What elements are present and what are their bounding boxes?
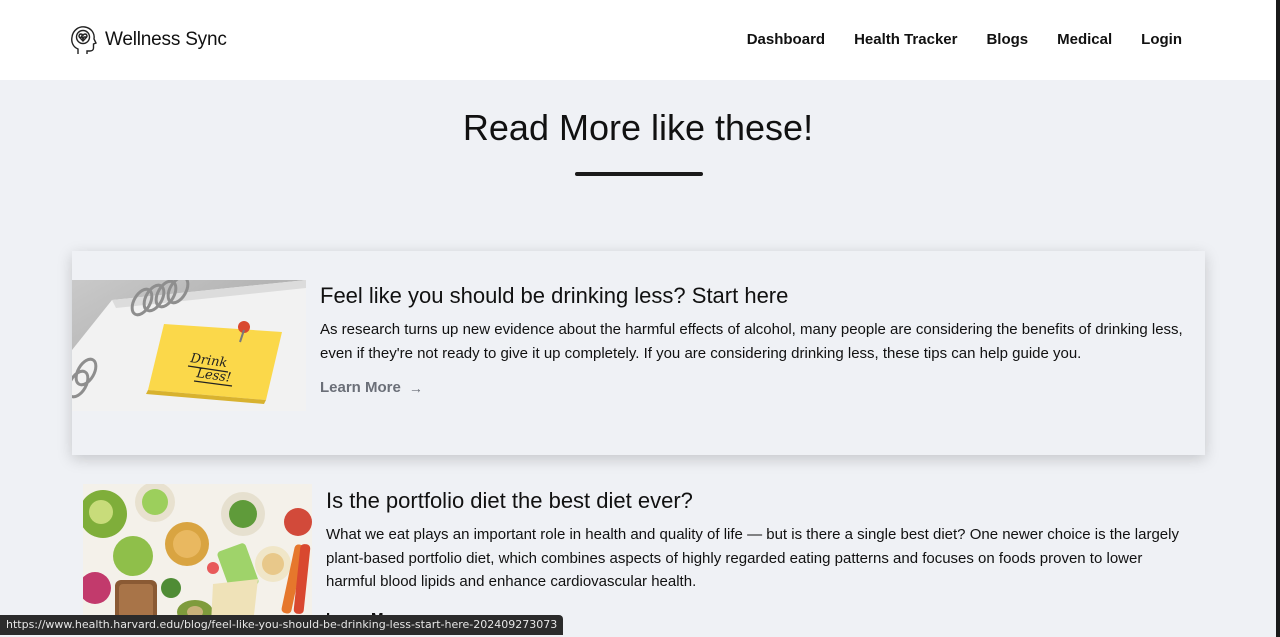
learn-more-label: Learn More (320, 379, 401, 396)
article-image-portfolio-diet[interactable] (83, 484, 312, 624)
nav-dashboard[interactable]: Dashboard (747, 31, 825, 48)
article-card: Drink Less! Feel like you should be drin… (72, 251, 1205, 455)
brand-link[interactable]: Wellness Sync (69, 24, 227, 56)
brand-name: Wellness Sync (105, 29, 227, 50)
nav-health-tracker[interactable]: Health Tracker (854, 31, 957, 48)
article-summary: As research turns up new evidence about … (320, 321, 1183, 362)
article-body: Is the portfolio diet the best diet ever… (326, 487, 1196, 628)
article-image-drink-less[interactable]: Drink Less! (72, 280, 306, 411)
nav-blogs[interactable]: Blogs (986, 31, 1028, 48)
window-scrollbar[interactable] (1276, 0, 1280, 637)
section-divider (575, 172, 703, 176)
learn-more-link[interactable]: Learn More → (320, 379, 423, 396)
section-title: Read More like these! (462, 107, 814, 148)
article-title[interactable]: Is the portfolio diet the best diet ever… (326, 487, 1196, 515)
main-nav: Dashboard Health Tracker Blogs Medical L… (747, 31, 1182, 48)
article-body: Feel like you should be drinking less? S… (320, 282, 1190, 397)
article-summary: What we eat plays an important role in h… (326, 526, 1179, 590)
link-preview-status-bar: https://www.health.harvard.edu/blog/feel… (0, 615, 564, 635)
head-heart-logo-icon (71, 26, 97, 54)
nav-login[interactable]: Login (1141, 31, 1182, 48)
article-title[interactable]: Feel like you should be drinking less? S… (320, 282, 1190, 310)
arrow-right-icon: → (408, 379, 423, 396)
nav-medical[interactable]: Medical (1057, 31, 1112, 48)
site-header: Wellness Sync Dashboard Health Tracker B… (0, 0, 1276, 80)
